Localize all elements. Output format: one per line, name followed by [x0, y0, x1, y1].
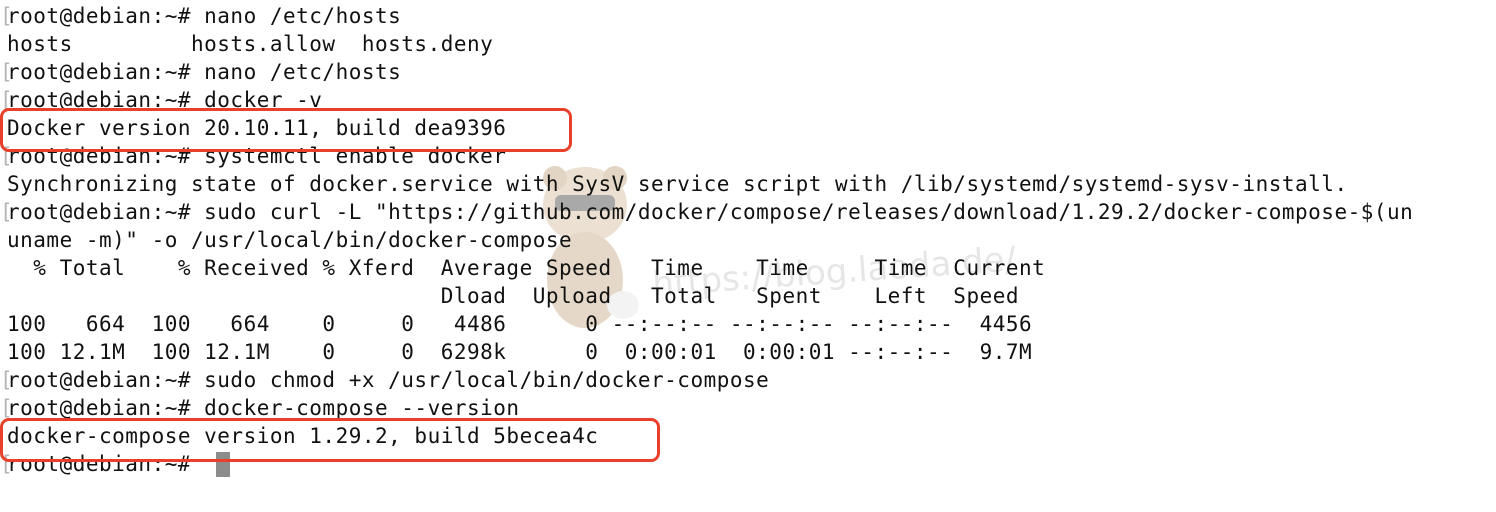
command-line-continued: uname -m)" -o /usr/local/bin/docker-comp…: [7, 228, 573, 252]
command-line: root@debian:~# sudo chmod +x /usr/local/…: [7, 368, 770, 392]
terminal-window[interactable]: https://blog.laoda.de/ [ [ [ [ [ [ [ [ r…: [0, 0, 1496, 512]
compose-version-highlight: [0, 418, 660, 462]
curl-progress-row: 100 12.1M 100 12.1M 0 0 6298k 0 0:00:01 …: [7, 340, 1033, 364]
command-line: root@debian:~# nano /etc/hosts: [7, 60, 402, 84]
command-line: root@debian:~# nano /etc/hosts: [7, 4, 402, 28]
curl-progress-row: 100 664 100 664 0 0 4486 0 --:--:-- --:-…: [7, 312, 1033, 336]
curl-progress-header: % Total % Received % Xferd Average Speed…: [7, 256, 1046, 280]
output-line: Synchronizing state of docker.service wi…: [7, 172, 1348, 196]
curl-progress-header: Dload Upload Total Spent Left Speed: [7, 284, 1020, 308]
command-line: root@debian:~# sudo curl -L "https://git…: [7, 200, 1414, 224]
docker-version-highlight: [0, 108, 572, 152]
output-line: hosts hosts.allow hosts.deny: [7, 32, 494, 56]
